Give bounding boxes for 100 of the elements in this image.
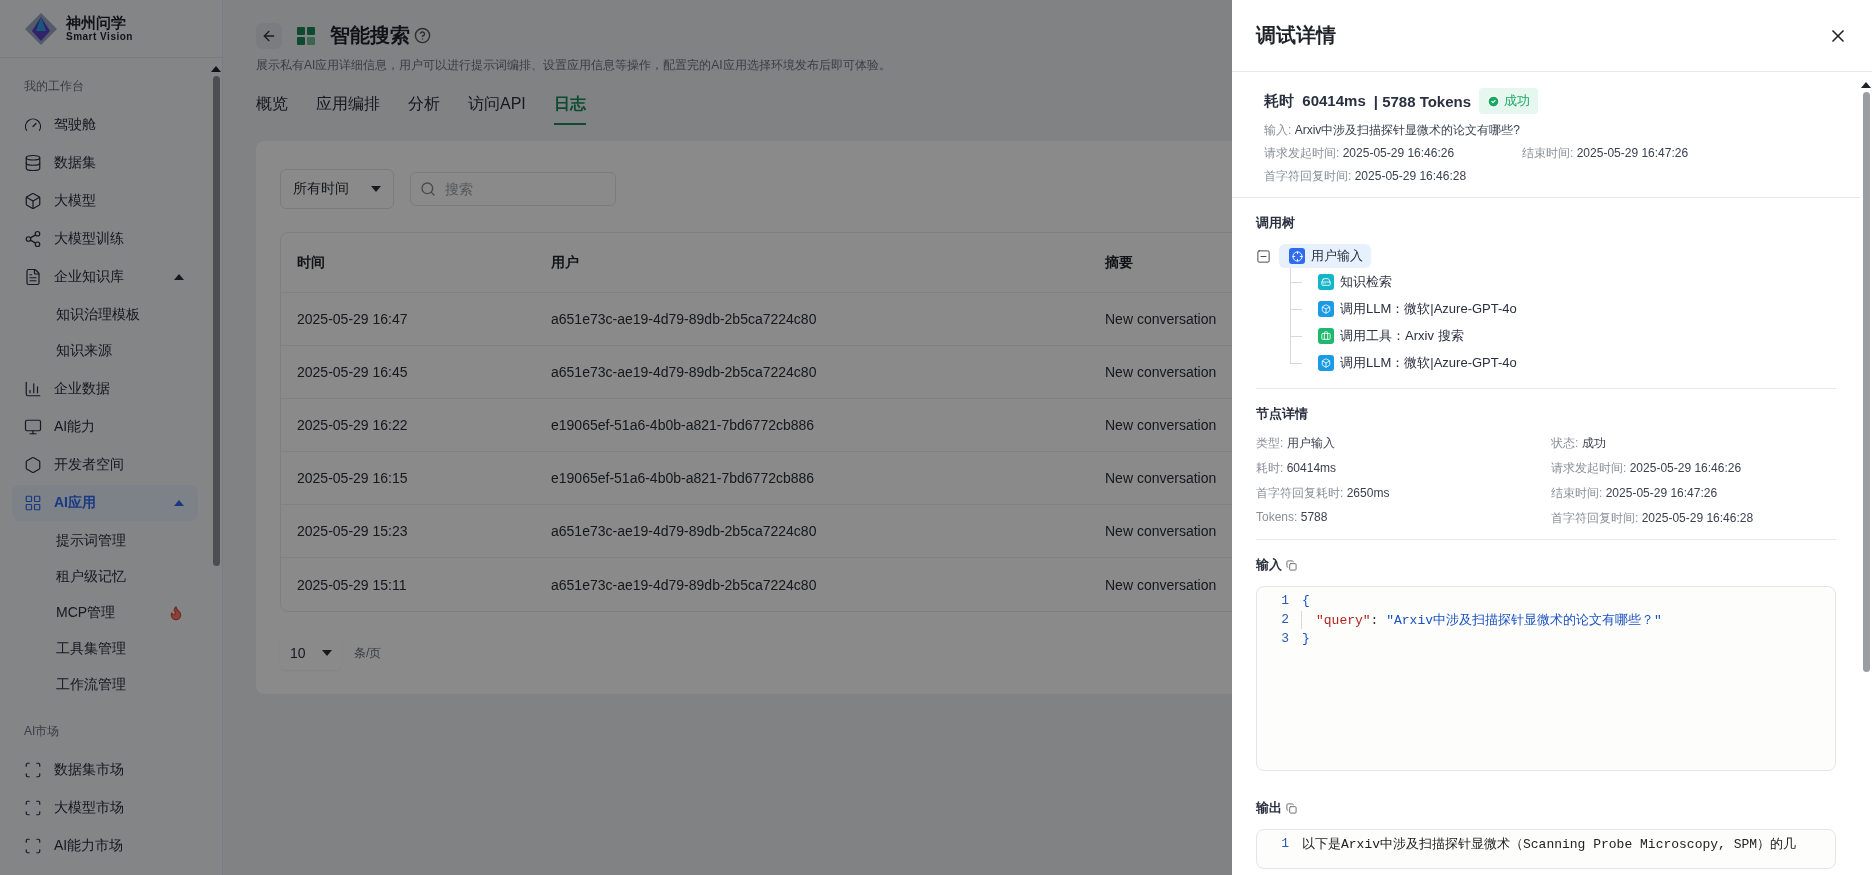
code-line: { (1301, 593, 1310, 608)
summary-field: 结束时间: 2025-05-29 16:47:26 (1522, 145, 1836, 162)
nav-item[interactable]: AI能力市场 (12, 828, 198, 864)
crosshair-icon (1289, 248, 1305, 264)
column-header: 用户 (551, 253, 579, 272)
summary-field: 输入: Arxiv中涉及扫描探针显微术的论文有哪些? (1264, 122, 1836, 139)
tab[interactable]: 概览 (256, 94, 288, 125)
copy-icon[interactable] (1286, 559, 1297, 571)
bar-chart-icon (24, 380, 42, 398)
table-cell: e19065ef-51a6-4b0b-a821-7bd6772cb886 (551, 417, 815, 433)
page-size-unit: 条/页 (354, 644, 382, 662)
table-cell: a651e73c-ae19-4d79-89db-2b5ca7224c80 (551, 523, 817, 539)
line-number: 2 (1280, 612, 1289, 627)
nav-item[interactable]: 大模型 (12, 183, 198, 219)
tokens-text: | 5788 Tokens (1373, 92, 1472, 110)
section-title: AI市场 (23, 723, 61, 740)
caret-icon (322, 650, 332, 656)
document-icon (24, 268, 42, 286)
table-cell: New conversation (1105, 576, 1217, 593)
detail-field: 首字符回复时间: 2025-05-29 16:46:28 (1551, 510, 1836, 527)
table-cell: 2025-05-29 16:22 (297, 417, 408, 433)
scan-icon (24, 761, 42, 779)
page-description: 展示私有AI应用详细信息，用户可以进行提示词编排、设置应用信息等操作，配置完的AI应用选择环境发布后即可体验。 (256, 57, 892, 74)
tree-node[interactable]: 用户输入 (1279, 244, 1371, 268)
nav-item[interactable]: AI应用 (12, 485, 198, 521)
tree-node[interactable]: 知识检索 (1290, 268, 1836, 295)
tab[interactable]: 分析 (408, 94, 440, 125)
nav-item[interactable]: 数据集市场 (12, 752, 198, 788)
tab[interactable]: 应用编排 (316, 94, 380, 125)
nav-subitem[interactable]: 提示词管理 (12, 523, 198, 559)
section-title: 节点详情 (1256, 405, 1308, 423)
table-cell: 2025-05-29 15:23 (297, 523, 408, 539)
table-cell: New conversation (1105, 417, 1217, 433)
nav-item[interactable]: 数据集 (12, 145, 198, 181)
table-cell: New conversation (1105, 364, 1217, 380)
detail-field: 耗时: 60414ms (1256, 460, 1551, 477)
table-cell: a651e73c-ae19-4d79-89db-2b5ca7224c80 (551, 311, 817, 327)
help-icon[interactable] (414, 27, 431, 44)
table-cell: 2025-05-29 16:45 (297, 364, 408, 380)
tab[interactable]: 日志 (553, 94, 586, 125)
detail-field: Tokens: 5788 (1256, 510, 1551, 527)
table-cell: New conversation (1105, 311, 1217, 327)
line-number: 3 (1280, 631, 1289, 646)
nav-subitem[interactable]: 工具集管理 (12, 631, 198, 667)
summary-field: 首字符回复时间: 2025-05-29 16:46:28 (1264, 168, 1836, 185)
code-line: "query": "Arxiv中涉及扫描探针显微术的论文有哪些？" (1301, 610, 1662, 629)
table-cell: e19065ef-51a6-4b0b-a821-7bd6772cb886 (551, 470, 815, 486)
cube-icon (24, 192, 42, 210)
collapse-toggle[interactable] (1256, 248, 1271, 264)
tab[interactable]: 访问API (468, 94, 526, 125)
column-header: 摘要 (1105, 253, 1133, 272)
search-icon (420, 181, 436, 197)
detail-field: 首字符回复耗时: 2650ms (1256, 485, 1551, 502)
database-icon (24, 154, 42, 172)
grid-icon (24, 494, 42, 512)
check-icon (1487, 94, 1501, 108)
back-button[interactable] (256, 22, 282, 49)
logo-name: 神州问学 (66, 14, 127, 32)
tree-node[interactable]: 调用工具：Arxiv 搜索 (1290, 322, 1836, 349)
table-cell: a651e73c-ae19-4d79-89db-2b5ca7224c80 (551, 364, 817, 380)
table-cell: New conversation (1105, 523, 1217, 539)
page-title: 智能搜索 (330, 23, 410, 48)
nav-subitem[interactable]: 知识治理模板 (12, 297, 198, 333)
line-number: 1 (1280, 836, 1289, 851)
nodes-icon (24, 230, 42, 248)
nav-item[interactable]: AI能力 (12, 409, 198, 445)
table-cell: 2025-05-29 16:15 (297, 470, 408, 486)
code-line: } (1301, 631, 1310, 646)
caret-icon (211, 66, 221, 72)
status-badge: 成功 (1479, 88, 1539, 114)
column-header: 时间 (297, 253, 325, 272)
nav-subitem[interactable]: 工作流管理 (12, 667, 198, 703)
nav-item[interactable]: 企业知识库 (12, 259, 198, 295)
gauge-icon (24, 116, 42, 134)
tree-node[interactable]: 调用LLM：微软|Azure-GPT-4o (1290, 295, 1836, 322)
table-cell: New conversation (1105, 470, 1217, 486)
page-size-dropdown[interactable]: 10 (280, 636, 342, 670)
nav-item[interactable]: 驾驶舱 (12, 107, 198, 143)
detail-field: 结束时间: 2025-05-29 16:47:26 (1551, 485, 1836, 502)
nav-subitem[interactable]: 租户级记忆 (12, 559, 198, 595)
section-title: 输入 (1256, 556, 1282, 574)
copy-icon[interactable] (1286, 802, 1297, 814)
nav-item[interactable]: 开发者空间 (12, 447, 198, 483)
time-filter-dropdown[interactable]: 所有时间 (280, 169, 394, 209)
duration-text: 耗时 60414ms (1264, 91, 1366, 111)
nav-subitem[interactable]: 知识来源 (12, 333, 198, 369)
nav-item[interactable]: 企业数据 (12, 371, 198, 407)
detail-field: 状态: 成功 (1551, 435, 1836, 452)
scan-icon (24, 799, 42, 817)
table-cell: 2025-05-29 16:47 (297, 311, 408, 327)
section-title: 输出 (1256, 799, 1282, 817)
monitor-icon (24, 418, 42, 436)
nav-item[interactable]: 大模型训练 (12, 221, 198, 257)
nav-subitem[interactable]: MCP管理 (12, 595, 198, 631)
nav-item[interactable]: 大模型市场 (12, 790, 198, 826)
table-cell: 2025-05-29 15:11 (297, 576, 407, 593)
tree-node[interactable]: 调用LLM：微软|Azure-GPT-4o (1290, 349, 1836, 376)
hexagon-icon (24, 456, 42, 474)
summary-field: 请求发起时间: 2025-05-29 16:46:26 (1264, 145, 1522, 162)
code-line: 以下是Arxiv中涉及扫描探针显微术（Scanning Probe Microscopy, SPM）的几 (1301, 835, 1797, 853)
